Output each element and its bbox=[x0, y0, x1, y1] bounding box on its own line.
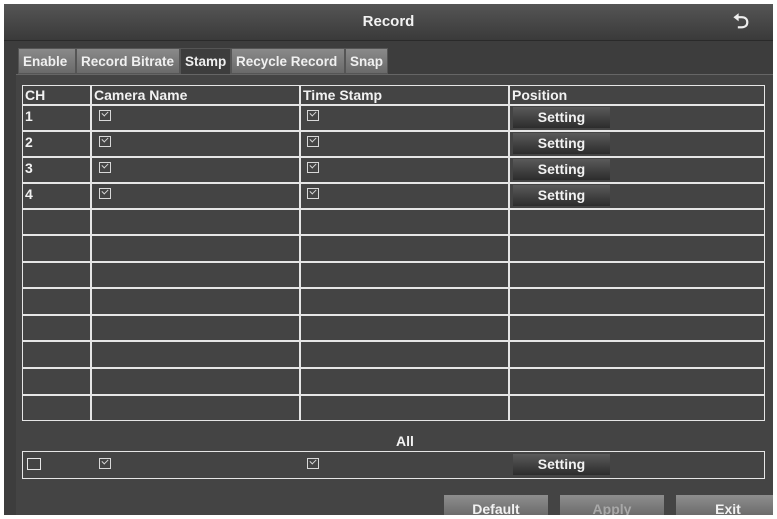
row-divider bbox=[23, 234, 764, 236]
position-setting-button[interactable]: Setting bbox=[513, 185, 610, 206]
all-time-stamp-checkbox[interactable] bbox=[307, 458, 319, 469]
tab-stamp[interactable]: Stamp bbox=[180, 48, 231, 76]
header-ch: CH bbox=[25, 87, 46, 103]
time-stamp-checkbox[interactable] bbox=[307, 110, 319, 121]
all-label: All bbox=[396, 433, 414, 449]
select-all-checkbox[interactable] bbox=[27, 458, 41, 470]
column-divider bbox=[508, 86, 510, 420]
stamp-panel: CH Camera Name Time Stamp Position 1 Set… bbox=[16, 74, 773, 515]
row-divider bbox=[23, 104, 764, 106]
row-divider bbox=[23, 208, 764, 210]
row-divider bbox=[23, 314, 764, 316]
row-divider bbox=[23, 261, 764, 263]
row-divider bbox=[23, 394, 764, 396]
row-divider bbox=[23, 130, 764, 132]
return-arrow-icon[interactable]: ⮌ bbox=[728, 10, 754, 34]
all-position-setting-button[interactable]: Setting bbox=[513, 454, 610, 475]
header-time-stamp: Time Stamp bbox=[303, 87, 383, 103]
header-camera-name: Camera Name bbox=[94, 87, 188, 103]
channel-number: 1 bbox=[25, 108, 33, 124]
default-button[interactable]: Default bbox=[444, 495, 548, 515]
row-divider bbox=[23, 156, 764, 158]
time-stamp-checkbox[interactable] bbox=[307, 162, 319, 173]
camera-name-checkbox[interactable] bbox=[99, 110, 111, 121]
apply-button[interactable]: Apply bbox=[560, 495, 664, 515]
all-camera-name-checkbox[interactable] bbox=[99, 458, 111, 469]
column-divider bbox=[299, 86, 301, 420]
row-divider bbox=[23, 367, 764, 369]
time-stamp-checkbox[interactable] bbox=[307, 136, 319, 147]
position-setting-button[interactable]: Setting bbox=[513, 133, 610, 154]
all-row: Setting bbox=[22, 451, 765, 479]
camera-name-checkbox[interactable] bbox=[99, 162, 111, 173]
header-position: Position bbox=[512, 87, 568, 103]
row-divider bbox=[23, 182, 764, 184]
title-bar: Record ⮌ bbox=[4, 4, 773, 41]
stamp-table: CH Camera Name Time Stamp Position 1 Set… bbox=[22, 85, 765, 421]
position-setting-button[interactable]: Setting bbox=[513, 107, 610, 128]
position-setting-button[interactable]: Setting bbox=[513, 159, 610, 180]
time-stamp-checkbox[interactable] bbox=[307, 188, 319, 199]
tab-snap[interactable]: Snap bbox=[345, 48, 388, 74]
record-dialog: Record ⮌ Enable Record Bitrate Stamp Rec… bbox=[4, 4, 773, 515]
exit-button[interactable]: Exit bbox=[676, 495, 773, 515]
tab-record-bitrate[interactable]: Record Bitrate bbox=[76, 48, 180, 74]
column-divider bbox=[90, 86, 92, 420]
window-title: Record bbox=[362, 13, 415, 30]
tab-recycle-record[interactable]: Recycle Record bbox=[231, 48, 345, 74]
channel-number: 4 bbox=[25, 186, 33, 202]
camera-name-checkbox[interactable] bbox=[99, 188, 111, 199]
channel-number: 3 bbox=[25, 160, 33, 176]
tab-enable[interactable]: Enable bbox=[18, 48, 76, 74]
row-divider bbox=[23, 287, 764, 289]
row-divider bbox=[23, 340, 764, 342]
channel-number: 2 bbox=[25, 134, 33, 150]
camera-name-checkbox[interactable] bbox=[99, 136, 111, 147]
